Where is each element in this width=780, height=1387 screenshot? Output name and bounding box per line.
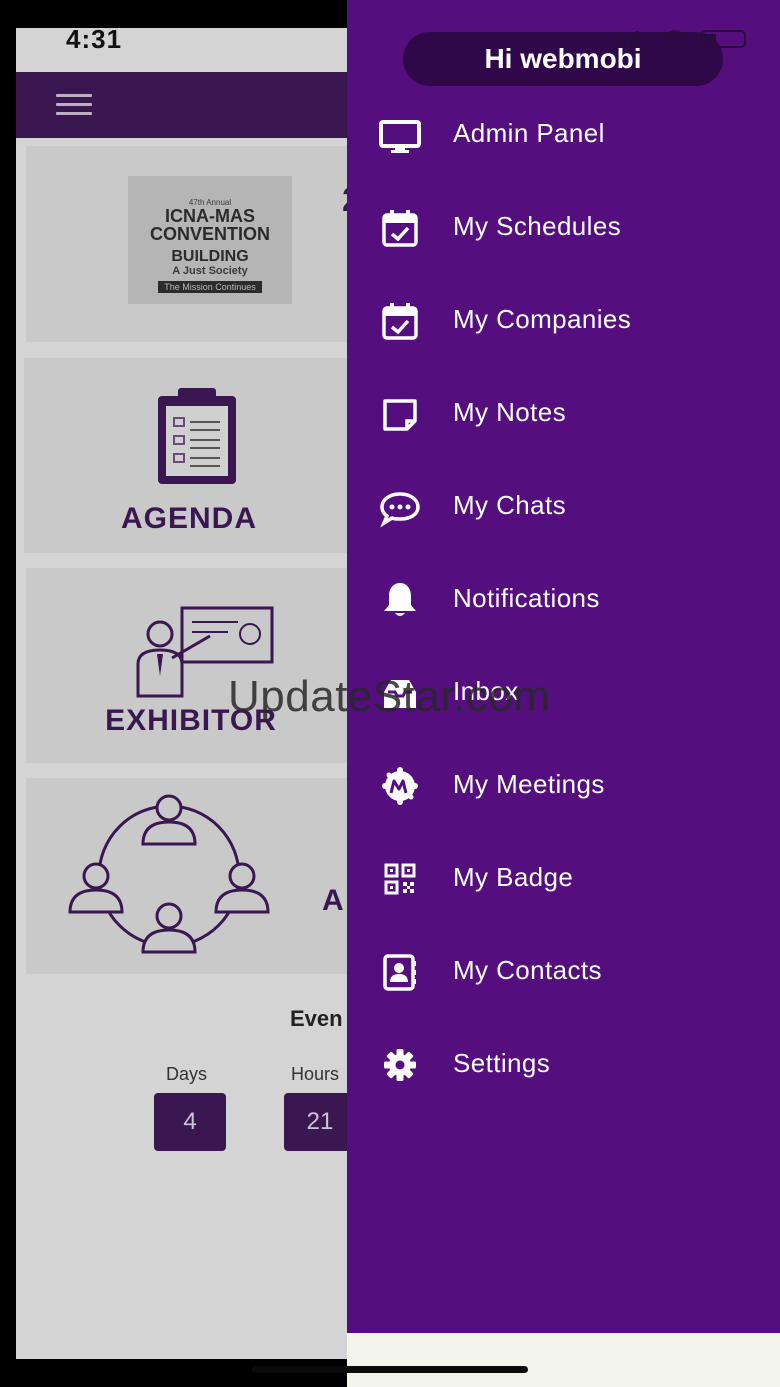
- menu-label: Settings: [453, 1048, 551, 1078]
- agenda-label: AGENDA: [120, 502, 257, 535]
- menu-item-settings[interactable]: Settings: [347, 1032, 780, 1102]
- hamburger-menu-icon[interactable]: [56, 94, 92, 116]
- drawer-footer: [347, 1333, 780, 1387]
- banner-line: A Just Society: [172, 265, 248, 277]
- monitor-icon: [379, 120, 421, 153]
- menu-label: My Schedules: [453, 211, 622, 241]
- menu-item-my-notes[interactable]: My Notes: [347, 381, 780, 451]
- clipboard-checklist-icon: [158, 388, 236, 484]
- gear-icon: [384, 1049, 416, 1081]
- bell-icon: [384, 583, 416, 616]
- qr-code-icon: [384, 863, 416, 895]
- menu-label: My Contacts: [453, 955, 602, 985]
- menu-item-my-schedules[interactable]: My Schedules: [347, 195, 780, 265]
- menu-item-notifications[interactable]: Notifications: [347, 567, 780, 637]
- countdown-hours-label: Hours: [291, 1064, 340, 1084]
- meetup-icon: [382, 767, 418, 805]
- banner-line: BUILDING: [171, 248, 249, 265]
- contact-card-icon: [383, 954, 416, 991]
- app-top-bar: [16, 72, 347, 138]
- sticky-note-icon: [383, 399, 417, 431]
- watermark-text: UpdateStar.com: [228, 672, 551, 721]
- banner-line: ICNA-MAS: [165, 206, 255, 226]
- convention-banner-tile[interactable]: 47th Annual ICNA-MAS CONVENTION BUILDING…: [26, 146, 347, 342]
- countdown-days-label: Days: [166, 1064, 208, 1084]
- convention-logo: 47th Annual ICNA-MAS CONVENTION BUILDING…: [128, 176, 292, 304]
- menu-label: Admin Panel: [453, 118, 605, 148]
- menu-item-my-contacts[interactable]: My Contacts: [347, 939, 780, 1009]
- menu-label: Notifications: [453, 583, 600, 613]
- agenda-tile[interactable]: AGENDA: [24, 358, 347, 553]
- countdown-title: Even: [290, 1006, 343, 1031]
- chat-bubble-icon: [380, 492, 420, 528]
- menu-label: My Chats: [453, 490, 567, 520]
- menu-item-admin-panel[interactable]: Admin Panel: [347, 102, 780, 172]
- banner-line: CONVENTION: [149, 224, 270, 244]
- attendees-tile[interactable]: A: [26, 778, 347, 974]
- menu-item-my-chats[interactable]: My Chats: [347, 474, 780, 544]
- status-bar-time: 4:31: [66, 24, 123, 54]
- attendees-partial-label: A: [322, 884, 345, 917]
- menu-label: My Badge: [453, 862, 574, 892]
- calendar-check-icon: [382, 303, 418, 340]
- home-indicator[interactable]: [252, 1366, 528, 1373]
- exhibitor-tile[interactable]: EXHIBITOR: [26, 568, 347, 763]
- status-bar-icons: [617, 30, 746, 49]
- calendar-check-icon: [382, 210, 418, 247]
- countdown-hours-value: 21: [284, 1093, 347, 1151]
- menu-item-my-meetings[interactable]: My Meetings: [347, 753, 780, 823]
- menu-label: My Notes: [453, 397, 567, 427]
- countdown-days-value: 4: [154, 1093, 226, 1151]
- banner-line: The Mission Continues: [158, 281, 262, 293]
- menu-item-my-badge[interactable]: My Badge: [347, 846, 780, 916]
- navigation-drawer: Hi webmobi Admin Panel My Schedules My C…: [347, 0, 780, 1333]
- menu-item-my-companies[interactable]: My Companies: [347, 288, 780, 358]
- menu-label: My Companies: [453, 304, 632, 334]
- network-people-icon: [68, 794, 270, 954]
- menu-label: My Meetings: [453, 769, 605, 799]
